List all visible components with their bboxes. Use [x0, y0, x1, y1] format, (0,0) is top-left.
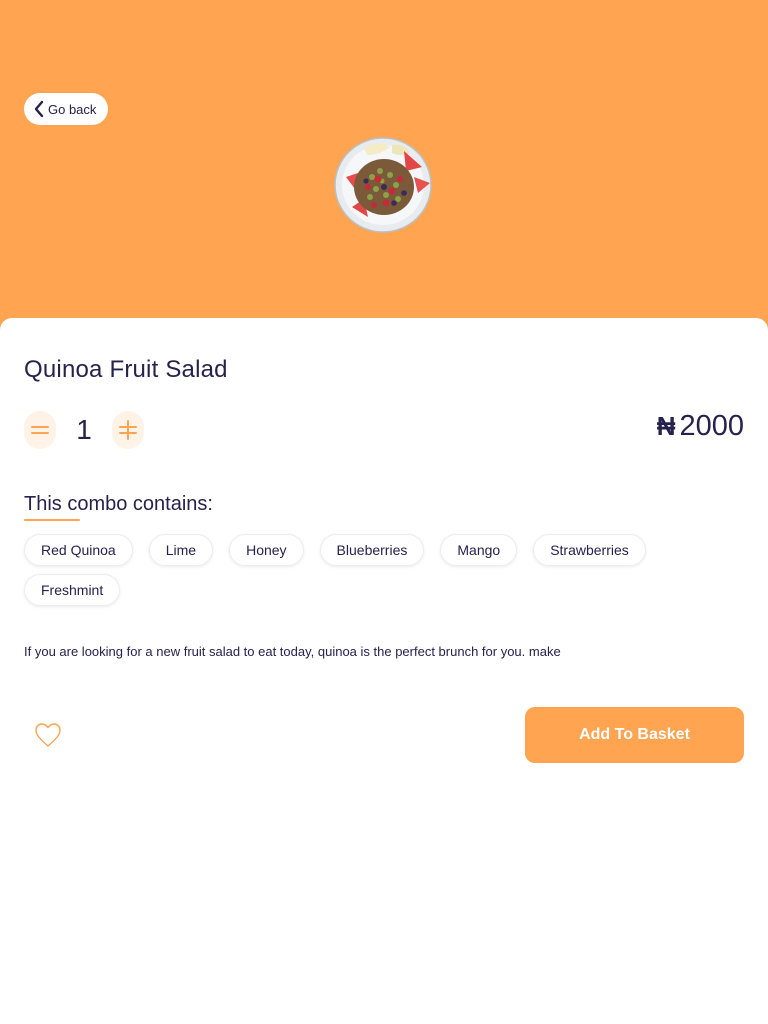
combo-item-chip[interactable]: Honey: [229, 534, 304, 566]
go-back-label: Go back: [48, 101, 97, 117]
product-price: ₦ 2000: [657, 410, 744, 443]
combo-item-chip[interactable]: Mango: [440, 534, 518, 566]
combo-item-chip[interactable]: Lime: [148, 534, 214, 566]
price-value: 2000: [679, 410, 744, 442]
product-details-sheet: Quinoa Fruit Salad 1 ₦ 2000 This combo c…: [0, 318, 768, 1024]
increase-quantity-button[interactable]: [112, 411, 144, 449]
quantity-value: 1: [76, 414, 92, 445]
decrease-quantity-button[interactable]: [24, 411, 56, 449]
combo-item-chip[interactable]: Blueberries: [319, 534, 425, 566]
hero-banner: Go back: [0, 0, 768, 330]
plus-icon: [119, 420, 137, 440]
quantity-stepper: 1: [24, 411, 144, 449]
add-to-basket-button[interactable]: Add To Basket: [525, 707, 744, 763]
currency-symbol: ₦: [656, 411, 676, 441]
product-title: Quinoa Fruit Salad: [24, 356, 228, 383]
combo-item-chip[interactable]: Freshmint: [24, 574, 121, 606]
combo-item-chip[interactable]: Strawberries: [533, 534, 646, 566]
minus-icon: [31, 426, 49, 434]
combo-heading: This combo contains:: [24, 493, 213, 515]
heart-icon[interactable]: [34, 722, 62, 748]
chevron-left-icon: [34, 100, 44, 118]
product-description: If you are looking for a new fruit salad…: [24, 644, 561, 659]
combo-heading-underline: [24, 519, 80, 521]
combo-items-list: Red Quinoa Lime Honey Blueberries Mango …: [24, 534, 744, 606]
salad-plate-image: [334, 137, 432, 233]
go-back-button[interactable]: Go back: [24, 93, 109, 125]
combo-item-chip[interactable]: Red Quinoa: [24, 534, 133, 566]
